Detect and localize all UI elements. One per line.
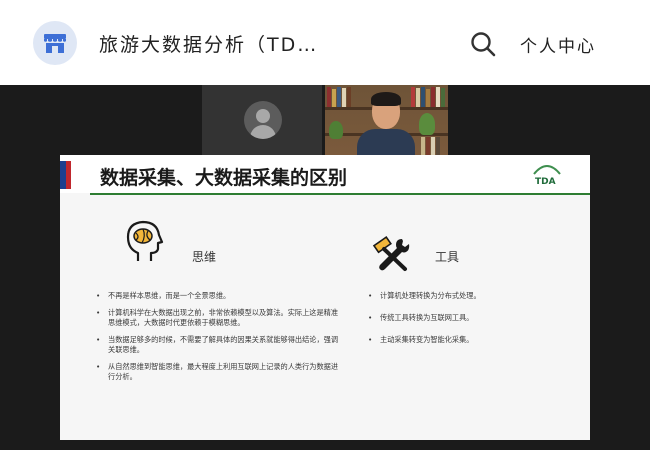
- section-label-thinking: 思维: [192, 250, 217, 264]
- thinking-bullet-list: 不再是样本思维，而是一个全景思维。 计算机科学在大数据出现之前，非常依赖模型以及…: [94, 291, 344, 389]
- svg-text:TDA: TDA: [535, 177, 556, 187]
- personal-center-link[interactable]: 个人中心: [520, 32, 596, 57]
- slide-header: 数据采集、大数据采集的区别 TDA: [60, 155, 590, 193]
- list-item: 不再是样本思维，而是一个全景思维。: [94, 291, 344, 301]
- tools-bullet-list: 计算机处理转换为分布式处理。 传统工具转换为互联网工具。 主动采集转变为智能化采…: [366, 291, 576, 352]
- avatar-icon: [244, 101, 282, 139]
- presentation-slide: 数据采集、大数据采集的区别 TDA 思维 不再是样本思维，而是一个全景思维。 计…: [60, 155, 590, 440]
- store-icon[interactable]: [33, 21, 77, 65]
- presenter-video-tile[interactable]: [325, 85, 448, 155]
- list-item: 计算机科学在大数据出现之前，非常依赖模型以及算法。实际上这是精准思维模式，大数据…: [94, 308, 344, 328]
- tools-icon: [372, 236, 410, 271]
- search-icon[interactable]: [470, 31, 496, 57]
- tda-logo: TDA: [533, 165, 561, 187]
- brain-head-icon: [126, 220, 164, 261]
- list-item: 从自然思维到智能思维，最大程度上利用互联网上记录的人类行为数据进行分析。: [94, 362, 344, 382]
- participant-video-tile[interactable]: [202, 85, 322, 155]
- slide-title: 数据采集、大数据采集的区别: [100, 167, 348, 189]
- video-stream: 数据采集、大数据采集的区别 TDA 思维 不再是样本思维，而是一个全景思维。 计…: [0, 85, 650, 450]
- section-label-tools: 工具: [435, 250, 460, 264]
- list-item: 当数据足够多的时候，不需要了解具体的因果关系就能够得出结论，强调关联思维。: [94, 335, 344, 355]
- list-item: 传统工具转换为互联网工具。: [366, 313, 576, 323]
- app-title[interactable]: 旅游大数据分析（TD…: [99, 30, 318, 57]
- app-header: 旅游大数据分析（TD… 个人中心: [0, 0, 650, 85]
- list-item: 计算机处理转换为分布式处理。: [366, 291, 576, 301]
- list-item: 主动采集转变为智能化采集。: [366, 335, 576, 345]
